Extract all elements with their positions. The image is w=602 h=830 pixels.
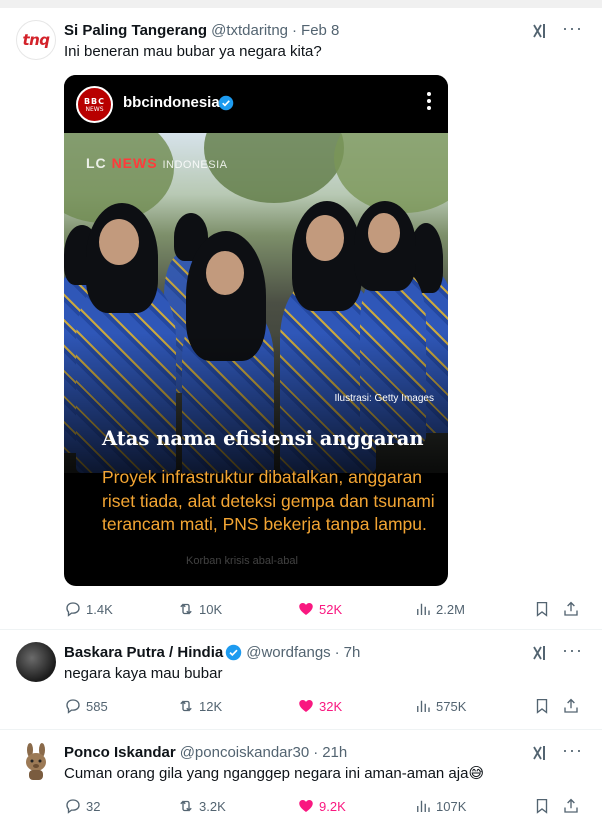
repost-icon [180,603,192,615]
tweet-header: Si Paling Tangerang @txtdaritng · Feb 8 [64,20,339,40]
like-count: 52K [319,601,343,617]
bookmark-icon [536,601,548,617]
grok-icon[interactable] [530,21,550,41]
separator-dot: · [334,643,340,661]
views-icon [417,800,430,812]
reply-count: 1.4K [86,601,113,617]
verified-icon [226,644,242,660]
grok-icon[interactable] [530,643,550,663]
grok-icon[interactable] [530,743,550,763]
media-account-name: bbcindonesia [123,94,220,111]
reply-button[interactable]: 1.4K [64,599,113,619]
like-icon [299,603,313,615]
tweet-actions: 585 12K 32K 575K [64,696,588,716]
author-handle[interactable]: @txtdaritng [211,22,288,39]
tweet-actions: 32 3.2K 9.2K 107K [64,796,588,816]
reply-count: 32 [86,798,101,814]
reply-button[interactable]: 585 [64,696,108,716]
separator-dot: · [313,743,319,761]
repost-button[interactable]: 12K [177,696,222,716]
more-icon[interactable]: ··· [562,741,582,762]
author-name[interactable]: Si Paling Tangerang [64,22,207,39]
repost-count: 12K [199,698,223,714]
like-count: 32K [319,698,343,714]
news-subtext: Proyek infrastruktur dibatalkan, anggara… [102,467,435,534]
reply-icon [66,699,80,714]
share-button[interactable] [562,796,584,816]
tweet-text: Ini beneran mau bubar ya negara kita? [64,43,322,60]
media-header: BBC NEWS bbcindonesia [64,75,448,133]
like-button[interactable]: 32K [297,696,342,716]
author-handle[interactable]: @poncoiskandar30 [180,744,309,761]
repost-button[interactable]: 10K [177,599,222,619]
news-headline: Atas nama efisiensi anggaran [102,427,424,450]
repost-count: 3.2K [199,798,226,814]
top-divider [0,0,602,8]
share-button[interactable] [562,599,584,619]
views-count: 107K [436,798,467,814]
news-photo: LC NEWS INDONESIA Ilustrasi: Getty Image… [64,133,448,473]
views-count: 575K [436,698,467,714]
author-handle[interactable]: @wordfangs [246,644,330,661]
tweet-text: negara kaya mau bubar [64,665,223,682]
reply-button[interactable]: 32 [64,796,100,816]
like-button[interactable]: 9.2K [297,796,346,816]
like-icon [299,700,313,712]
bookmark-button[interactable] [533,696,555,716]
reply-icon [66,602,80,617]
more-icon[interactable]: ··· [562,19,582,40]
tweet-text: Cuman orang gila yang nganggep negara in… [64,765,485,782]
avatar[interactable]: tnq [16,20,56,60]
views-button[interactable]: 107K [414,796,466,816]
share-button[interactable] [562,696,584,716]
like-button[interactable]: 52K [297,599,342,619]
views-button[interactable]: 575K [414,696,466,716]
avatar[interactable] [16,742,56,782]
faint-caption: Korban krisis abal-abal [186,555,298,567]
bookmark-icon [536,698,548,714]
views-icon [417,700,430,712]
bookmark-button[interactable] [533,796,555,816]
news-watermark: LC NEWS INDONESIA [86,155,228,171]
views-icon [417,603,430,615]
share-icon [564,698,578,713]
share-icon [564,601,578,616]
more-icon[interactable]: ··· [562,641,582,662]
reply-count: 585 [86,698,108,714]
reply-icon [66,799,80,814]
bbc-logo: BBC NEWS [76,86,113,123]
avatar[interactable] [16,642,56,682]
repost-count: 10K [199,601,223,617]
timestamp[interactable]: Feb 8 [301,22,339,39]
timestamp[interactable]: 7h [344,644,361,661]
tweet[interactable]: Ponco Iskandar @poncoiskandar30 · 21h ··… [0,730,602,830]
like-count: 9.2K [319,798,346,814]
media-more-icon [426,92,432,112]
views-button[interactable]: 2.2M [414,599,465,619]
author-name[interactable]: Baskara Putra / Hindia [64,644,223,661]
repost-icon [180,700,192,712]
bookmark-button[interactable] [533,599,555,619]
bookmark-icon [536,798,548,814]
tweet-header: Ponco Iskandar @poncoiskandar30 · 21h [64,742,347,762]
share-icon [564,798,578,813]
repost-icon [180,800,192,812]
photo-credit: Ilustrasi: Getty Images [334,393,434,404]
like-icon [299,800,313,812]
tweet[interactable]: tnq Si Paling Tangerang @txtdaritng · Fe… [0,8,602,630]
author-name[interactable]: Ponco Iskandar [64,744,176,761]
tweet-actions: 1.4K 10K 52K 2.2M [64,599,588,619]
views-count: 2.2M [436,601,465,617]
separator-dot: · [292,21,298,39]
verified-icon [218,95,234,111]
tweet-header: Baskara Putra / Hindia @wordfangs · 7h [64,642,360,662]
media-card[interactable]: BBC NEWS bbcindonesia LC NEWS INDONESIA … [64,75,448,586]
timestamp[interactable]: 21h [322,744,347,761]
repost-button[interactable]: 3.2K [177,796,226,816]
tweet[interactable]: Baskara Putra / Hindia @wordfangs · 7h ·… [0,630,602,730]
character-avatar-icon [26,743,46,780]
